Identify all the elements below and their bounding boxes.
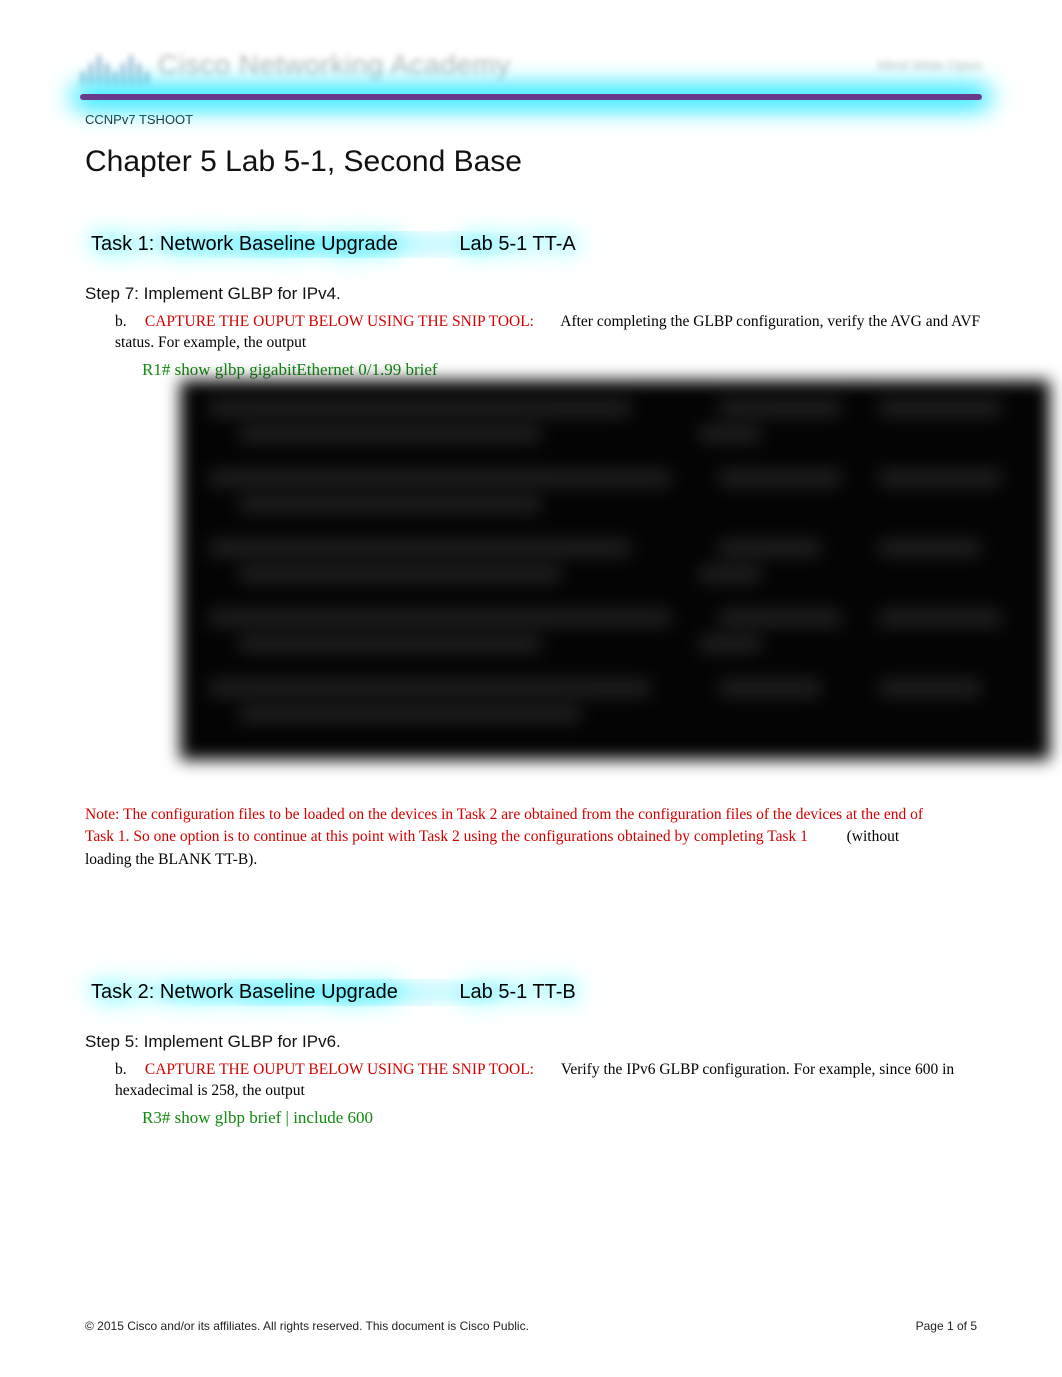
task2-heading: Task 2: Network Baseline Upgrade Lab 5-1…	[85, 979, 582, 1006]
note-red: Note: The configuration files to be load…	[85, 806, 923, 845]
task1-heading-b: Lab 5-1 TT-A	[459, 233, 575, 255]
task1-item-b: b. CAPTURE THE OUPUT BELOW USING THE SNI…	[115, 312, 1002, 354]
cisco-logo-icon	[80, 45, 150, 85]
task1-command: R1# show glbp gigabitEthernet 0/1.99 bri…	[142, 360, 1002, 380]
chapter-title: Chapter 5 Lab 5-1, Second Base	[85, 145, 1002, 179]
course-code: CCNPv7 TSHOOT	[85, 112, 1002, 127]
task1-step: Step 7: Implement GLBP for IPv4.	[85, 284, 1002, 304]
logo-block: Cisco Networking Academy	[80, 45, 511, 85]
task1-heading: Task 1: Network Baseline Upgrade Lab 5-1…	[85, 231, 582, 258]
task1-heading-a: Task 1: Network Baseline Upgrade	[91, 233, 398, 255]
task2-heading-a: Task 2: Network Baseline Upgrade	[91, 981, 398, 1003]
header-divider	[80, 94, 982, 100]
task1-output-screenshot	[180, 380, 1050, 760]
task2-step: Step 5: Implement GLBP for IPv6.	[85, 1032, 1002, 1052]
task2-item-letter: b.	[115, 1060, 141, 1081]
footer: © 2015 Cisco and/or its affiliates. All …	[85, 1319, 977, 1333]
task2-item-b: b. CAPTURE THE OUPUT BELOW USING THE SNI…	[115, 1060, 1002, 1102]
task1-item-letter: b.	[115, 312, 141, 333]
footer-page: Page 1 of 5	[916, 1319, 977, 1333]
academy-title: Cisco Networking Academy	[158, 49, 511, 81]
task1-capture-instruction: CAPTURE THE OUPUT BELOW USING THE SNIP T…	[145, 313, 534, 330]
task2-heading-b: Lab 5-1 TT-B	[459, 981, 575, 1003]
tagline: Mind Wide Open	[878, 57, 982, 73]
task2-capture-instruction: CAPTURE THE OUPUT BELOW USING THE SNIP T…	[145, 1061, 534, 1078]
footer-copyright: © 2015 Cisco and/or its affiliates. All …	[85, 1319, 529, 1333]
note-block: Note: The configuration files to be load…	[85, 804, 945, 871]
task2-command: R3# show glbp brief | include 600	[142, 1108, 1002, 1128]
header-bar: Cisco Networking Academy Mind Wide Open	[80, 40, 982, 90]
